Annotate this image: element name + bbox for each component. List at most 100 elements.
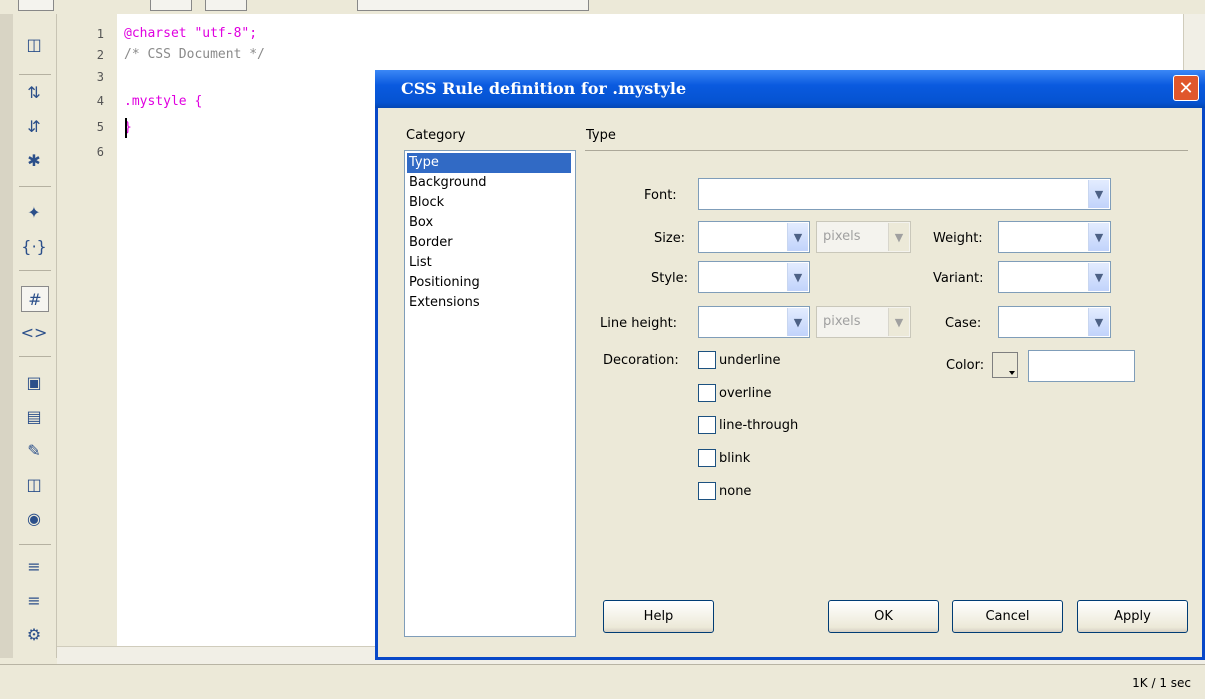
category-list[interactable]: Type Background Block Box Border List Po…: [404, 150, 576, 637]
title-field[interactable]: [357, 0, 589, 11]
css-rule-definition-dialog: CSS Rule definition for .mystyle ✕ Categ…: [375, 70, 1205, 660]
chevron-down-icon: ▼: [1088, 180, 1109, 208]
toolbar-button[interactable]: [150, 0, 192, 11]
coding-toolbar: ◫ ⇅ ⇵ ✱ ✦ {⋅} # <> ▣ ▤ ✎ ◫ ◉ ≡ ≡ ⚙: [13, 14, 57, 658]
chevron-down-icon: ▼: [787, 223, 808, 251]
toolbar-divider: [19, 186, 51, 187]
color-picker-button[interactable]: [992, 352, 1018, 378]
line-through-label: line-through: [719, 417, 799, 433]
outdent-code-icon[interactable]: ≡: [21, 588, 47, 612]
chevron-down-icon: ▼: [888, 223, 909, 251]
download-size-time: 1K / 1 sec: [1132, 676, 1191, 690]
ok-button[interactable]: OK: [828, 600, 939, 633]
collapse-selection-icon[interactable]: ⇵: [21, 114, 47, 138]
category-item-border[interactable]: Border: [407, 233, 571, 253]
chevron-down-icon: ▼: [787, 263, 808, 291]
code-line: .mystyle {: [124, 94, 203, 109]
decoration-label: Decoration:: [603, 353, 679, 368]
category-item-list[interactable]: List: [407, 253, 571, 273]
apply-button[interactable]: Apply: [1077, 600, 1188, 633]
chevron-down-icon: ▼: [1088, 263, 1109, 291]
line-through-checkbox[interactable]: [698, 416, 716, 434]
apply-comment-icon[interactable]: ▣: [21, 370, 47, 394]
recent-snippets-icon[interactable]: ◫: [21, 472, 47, 496]
weight-label: Weight:: [933, 231, 983, 246]
color-label: Color:: [946, 358, 985, 373]
font-label: Font:: [644, 188, 677, 203]
toolbar-divider: [19, 270, 51, 271]
panel-collapse-strip[interactable]: [0, 14, 14, 658]
category-item-box[interactable]: Box: [407, 213, 571, 233]
document-toolbar: [0, 0, 1205, 15]
code-line: /* CSS Document */: [124, 47, 265, 62]
balance-braces-icon[interactable]: {⋅}: [21, 234, 47, 258]
case-select[interactable]: ▼: [998, 306, 1111, 338]
overline-checkbox[interactable]: [698, 384, 716, 402]
chevron-down-icon: ▼: [1088, 308, 1109, 336]
font-select[interactable]: ▼: [698, 178, 1111, 210]
overline-checkbox-row[interactable]: overline: [698, 384, 771, 402]
remove-comment-icon[interactable]: ▤: [21, 404, 47, 428]
chevron-down-icon: ▼: [787, 308, 808, 336]
underline-checkbox[interactable]: [698, 351, 716, 369]
chevron-down-icon: ▼: [888, 308, 909, 336]
line-height-label: Line height:: [600, 316, 678, 331]
close-button[interactable]: ✕: [1173, 75, 1199, 101]
dialog-title-bar[interactable]: CSS Rule definition for .mystyle ✕: [375, 70, 1205, 108]
line-height-unit-value: pixels: [823, 314, 861, 329]
category-item-positioning[interactable]: Positioning: [407, 273, 571, 293]
collapse-full-tag-icon[interactable]: ⇅: [21, 80, 47, 104]
style-label: Style:: [651, 271, 689, 286]
category-item-block[interactable]: Block: [407, 193, 571, 213]
wrap-tag-icon[interactable]: ✎: [21, 438, 47, 462]
category-item-background[interactable]: Background: [407, 173, 571, 193]
line-number: 5: [96, 120, 104, 134]
blink-checkbox-row[interactable]: blink: [698, 449, 750, 467]
section-divider: [585, 150, 1188, 151]
none-checkbox-row[interactable]: none: [698, 482, 751, 500]
line-number: 6: [96, 145, 104, 159]
size-label: Size:: [654, 231, 686, 246]
none-checkbox[interactable]: [698, 482, 716, 500]
line-number: 2: [96, 48, 104, 62]
case-label: Case:: [945, 316, 982, 331]
color-input[interactable]: [1028, 350, 1135, 382]
text-cursor: [125, 118, 127, 138]
move-css-icon[interactable]: ◉: [21, 506, 47, 530]
variant-label: Variant:: [933, 271, 984, 286]
category-item-extensions[interactable]: Extensions: [407, 293, 571, 313]
size-unit-value: pixels: [823, 229, 861, 244]
toolbar-button[interactable]: [205, 0, 247, 11]
weight-select[interactable]: ▼: [998, 221, 1111, 253]
line-number-gutter: 1 2 3 4 5 6: [57, 14, 117, 646]
blink-label: blink: [719, 450, 751, 466]
toolbar-button[interactable]: [18, 0, 54, 11]
close-icon: ✕: [1178, 77, 1194, 99]
category-item-type[interactable]: Type: [407, 153, 571, 173]
select-parent-tag-icon[interactable]: ✦: [21, 200, 47, 224]
cancel-button[interactable]: Cancel: [952, 600, 1063, 633]
dialog-title: CSS Rule definition for .mystyle: [401, 79, 687, 98]
underline-label: underline: [719, 352, 781, 368]
line-through-checkbox-row[interactable]: line-through: [698, 416, 798, 434]
variant-select[interactable]: ▼: [998, 261, 1111, 293]
status-bar: 1K / 1 sec: [0, 664, 1205, 699]
toolbar-divider: [19, 544, 51, 545]
line-number: 3: [96, 70, 104, 84]
code-line: @charset "utf-8";: [124, 26, 258, 41]
category-header: Category: [406, 128, 466, 143]
open-documents-icon[interactable]: ◫: [21, 32, 47, 56]
line-height-select[interactable]: ▼: [698, 306, 810, 338]
help-button[interactable]: Help: [603, 600, 714, 633]
overline-label: overline: [719, 385, 772, 401]
format-source-code-icon[interactable]: ⚙: [21, 622, 47, 646]
underline-checkbox-row[interactable]: underline: [698, 351, 781, 369]
indent-code-icon[interactable]: ≡: [21, 554, 47, 578]
expand-all-icon[interactable]: ✱: [21, 148, 47, 172]
toolbar-divider: [19, 356, 51, 357]
highlight-invalid-code-icon[interactable]: <>: [21, 320, 48, 344]
size-select[interactable]: ▼: [698, 221, 810, 253]
style-select[interactable]: ▼: [698, 261, 810, 293]
blink-checkbox[interactable]: [698, 449, 716, 467]
line-numbers-icon[interactable]: #: [21, 286, 49, 312]
